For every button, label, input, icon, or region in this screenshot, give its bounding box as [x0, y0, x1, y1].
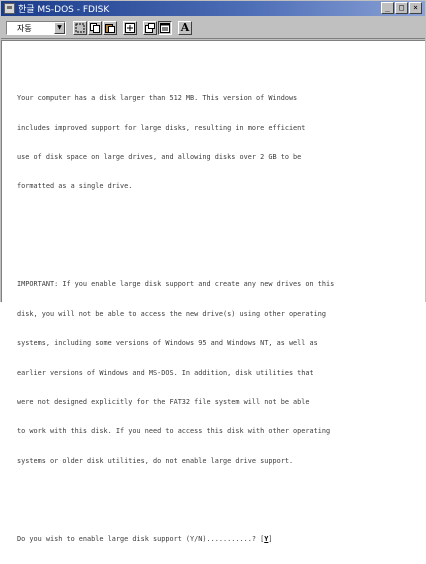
window-controls: _ □ ×	[380, 2, 422, 14]
console-line: disk, you will not be able to access the…	[17, 309, 327, 318]
font-button[interactable]: A	[178, 21, 192, 35]
mark-icon	[75, 23, 85, 33]
maximize-button[interactable]: □	[395, 2, 408, 14]
console-line: earlier versions of Windows and MS-DOS. …	[17, 368, 314, 377]
console-line: formatted as a single drive.	[17, 182, 133, 191]
dos-toolbar: 자동 ▼ A	[1, 17, 425, 39]
large-disk-info-paragraph: Your computer has a disk larger than 512…	[17, 75, 421, 212]
background-icon	[160, 23, 170, 33]
minimize-button[interactable]: _	[381, 2, 394, 14]
console-line: systems or older disk utilities, do not …	[17, 456, 294, 465]
properties-icon	[145, 23, 155, 33]
important-warning-paragraph: IMPORTANT: If you enable large disk supp…	[17, 261, 421, 486]
fullscreen-icon	[125, 23, 135, 33]
window-title: 한글 MS-DOS - FDISK	[18, 5, 110, 15]
console-line: includes improved support for large disk…	[17, 123, 306, 132]
close-button[interactable]: ×	[409, 2, 422, 14]
msdos-window-icon[interactable]	[4, 3, 15, 14]
copy-icon	[90, 23, 100, 33]
title-bar[interactable]: 한글 MS-DOS - FDISK _ □ ×	[1, 1, 425, 16]
copy-button[interactable]	[88, 21, 102, 35]
font-size-select-value: 자동	[17, 23, 32, 33]
console-line: Your computer has a disk larger than 512…	[17, 94, 298, 103]
properties-button[interactable]	[143, 21, 157, 35]
paste-button[interactable]	[103, 21, 117, 35]
background-button[interactable]	[158, 21, 172, 35]
answer-bracket-close: ]	[268, 535, 273, 544]
console-output: Your computer has a disk larger than 512…	[17, 55, 421, 564]
console-line: use of disk space on large drives, and a…	[17, 152, 302, 161]
console-line: to work with this disk. If you need to a…	[17, 427, 331, 436]
fdisk-window: 한글 MS-DOS - FDISK _ □ × 자동 ▼ A Your comp…	[0, 0, 426, 543]
mark-button[interactable]	[73, 21, 87, 35]
console-line: IMPORTANT: If you enable large disk supp…	[17, 280, 335, 289]
fullscreen-button[interactable]	[123, 21, 137, 35]
prompt-text: Do you wish to enable large disk support…	[17, 535, 261, 544]
chevron-down-icon[interactable]: ▼	[54, 22, 65, 34]
console-line: systems, including some versions of Wind…	[17, 339, 318, 348]
paste-icon	[105, 24, 115, 33]
large-disk-prompt: Do you wish to enable large disk support…	[17, 535, 421, 545]
console-line: were not designed explicitly for the FAT…	[17, 397, 310, 406]
font-size-select[interactable]: 자동 ▼	[6, 21, 66, 35]
